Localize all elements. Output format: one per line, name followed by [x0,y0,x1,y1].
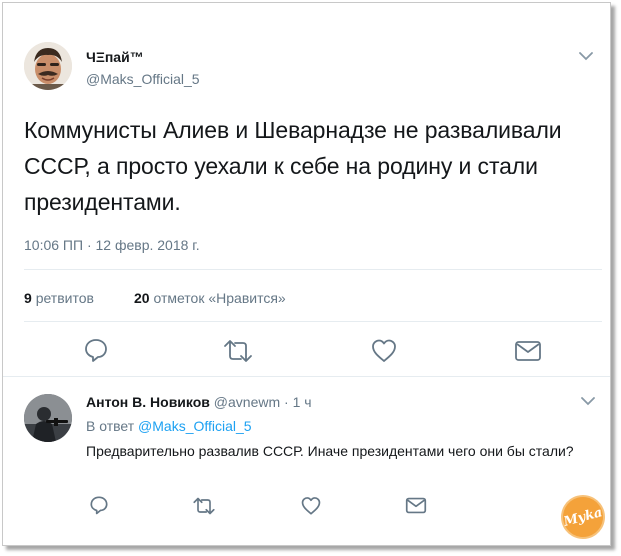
tweet-card: ЧΞпай™ @Maks_Official_5 Коммунисты Алиев… [2,2,611,546]
reply-bubble-icon[interactable] [89,495,109,515]
reply-time[interactable]: 1 ч [293,394,312,410]
reply-author-avatar[interactable] [24,394,72,442]
author-handle[interactable]: @Maks_Official_5 [86,71,200,87]
chevron-down-icon[interactable] [579,51,593,61]
retweets-label: ретвитов [35,290,94,306]
retweets-count: 9 [24,290,32,306]
divider [24,321,602,322]
watermark-logo: Myka [558,492,608,542]
retweet-icon[interactable] [222,339,254,363]
heart-icon[interactable] [370,338,398,364]
reply-bubble-icon[interactable] [83,337,109,363]
replying-to: В ответ @Maks_Official_5 [86,418,252,434]
chevron-down-icon[interactable] [581,396,595,406]
reply-author-handle[interactable]: @avnewm [214,394,280,410]
separator-dot: · [284,394,289,410]
tweet-timestamp[interactable]: 10:06 ПП · 12 февр. 2018 г. [24,237,200,253]
envelope-icon[interactable] [514,340,542,362]
divider [3,376,610,377]
reply-header: Антон В. Новиков @avnewm · 1 ч [86,394,312,410]
retweet-icon[interactable] [192,497,216,515]
tweet-text: Коммунисты Алиев и Шеварнадзе не развали… [24,117,562,215]
reply-text: Предварительно развалив СССР. Иначе през… [86,443,574,459]
reply-author-name[interactable]: Антон В. Новиков [86,394,210,410]
replying-to-handle[interactable]: @Maks_Official_5 [138,418,252,434]
envelope-icon[interactable] [405,497,427,514]
likes-stat[interactable]: 20 отметок «Нравится» [134,290,286,306]
heart-icon[interactable] [300,496,322,516]
likes-label: отметок «Нравится» [153,290,286,306]
retweets-stat[interactable]: 9 ретвитов [24,290,94,306]
author-avatar[interactable] [24,42,72,90]
author-name[interactable]: ЧΞпай™ [86,49,144,65]
replying-to-prefix: В ответ [86,418,135,434]
likes-count: 20 [134,290,150,306]
divider [24,269,602,270]
